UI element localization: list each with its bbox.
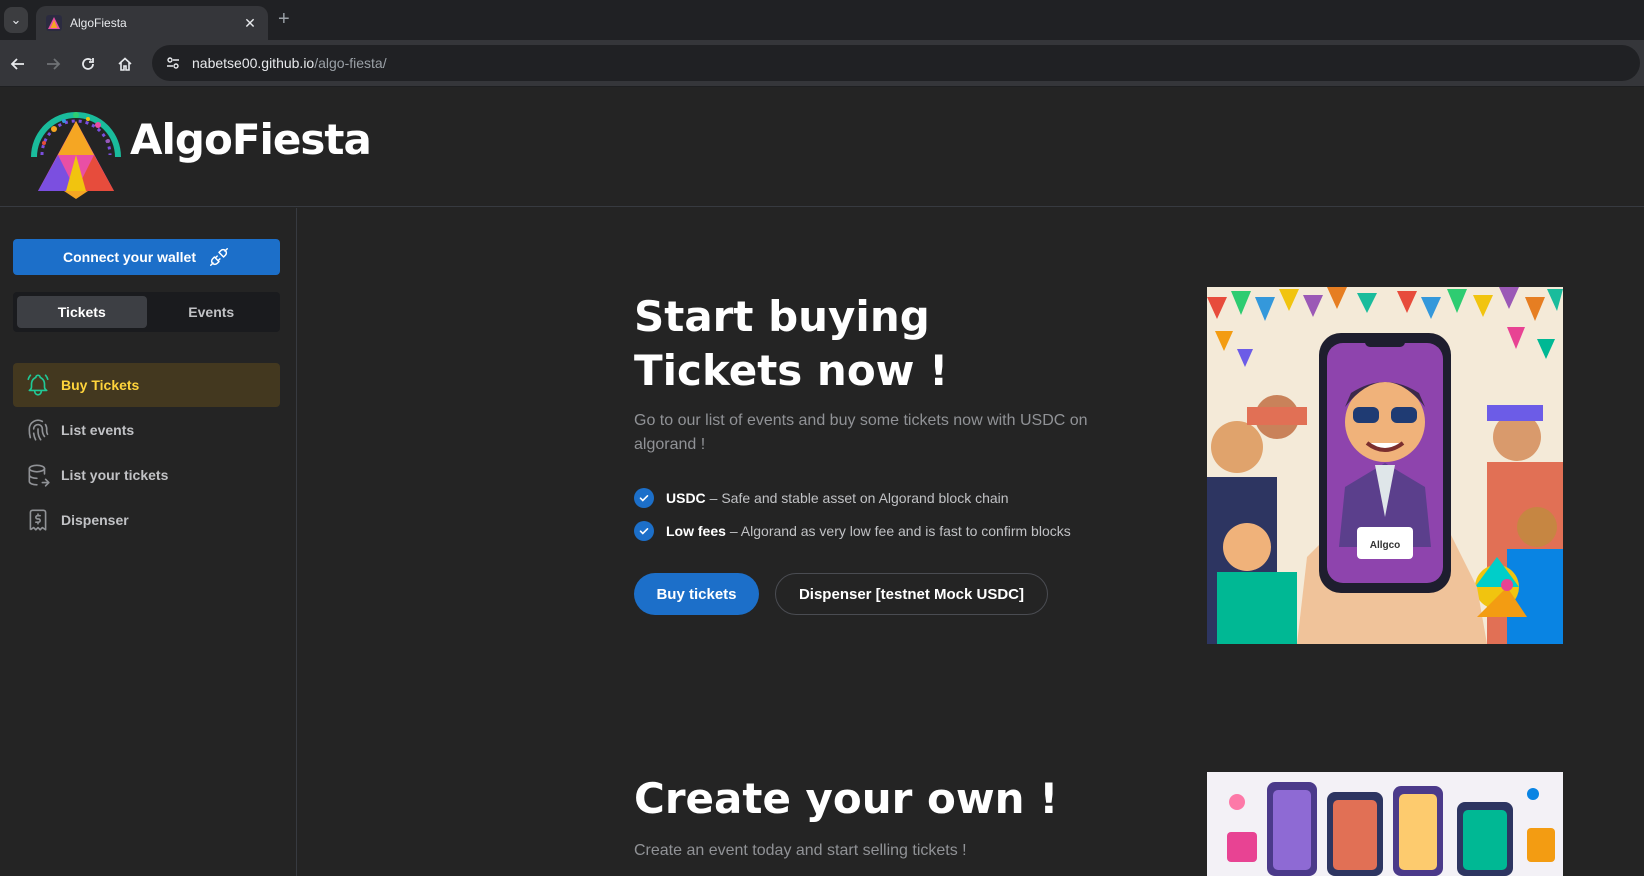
segment-tickets[interactable]: Tickets [17,296,147,328]
brand-name: AlgoFiesta [130,115,372,164]
buy-tickets-button[interactable]: Buy tickets [634,573,759,615]
feature-title: USDC [666,490,706,506]
sidebar-nav: Buy Tickets List events List your ticket… [13,363,280,543]
sidebar-item-label: Dispenser [61,512,129,528]
tab-title: AlgoFiesta [70,16,127,30]
party-phone-illustration-icon: Allgco [1207,287,1563,644]
hero-illustration: Allgco [1207,287,1563,644]
feature-title: Low fees [666,523,726,539]
sidebar-item-label: Buy Tickets [61,377,140,393]
forward-icon[interactable] [40,51,66,77]
new-tab-icon[interactable]: + [278,8,290,31]
app-header: AlgoFiesta [0,87,1644,207]
sidebar-item-list-events[interactable]: List events [13,408,280,452]
home-icon[interactable] [112,51,138,77]
feature-text: – Algorand as very low fee and is fast t… [729,523,1071,539]
feature-list: USDC – Safe and stable asset on Algorand… [634,487,1154,553]
phone-label: Allgco [1370,540,1401,551]
section-create-description: Create an event today and start selling … [634,842,967,859]
list-item: USDC – Safe and stable asset on Algorand… [634,487,1154,509]
browser-tab[interactable]: AlgoFiesta ✕ [36,6,268,40]
check-icon [634,521,654,541]
reload-icon[interactable] [75,51,101,77]
database-export-icon [28,464,50,487]
sidebar-item-list-your-tickets[interactable]: List your tickets [13,453,280,497]
connect-wallet-button[interactable]: Connect your wallet [13,239,280,275]
url-text: nabetse00.github.io/algo-fiesta/ [192,55,387,71]
browser-toolbar: nabetse00.github.io/algo-fiesta/ [0,40,1644,87]
sidebar-item-buy-tickets[interactable]: Buy Tickets [13,363,280,407]
hero-description: Go to our list of events and buy some ti… [634,412,1088,453]
bell-icon [27,374,49,396]
sidebar-item-label: List your tickets [61,467,169,483]
segment-events[interactable]: Events [147,296,277,328]
algofiesta-logo-icon[interactable] [24,95,128,199]
feature-text: – Safe and stable asset on Algorand bloc… [709,490,1009,506]
check-icon [634,488,654,508]
browser-tab-strip: ⌄ AlgoFiesta ✕ + [0,0,1644,40]
plug-connected-icon [210,248,228,266]
chevron-down-icon: ⌄ [10,12,22,27]
tab-search-button[interactable]: ⌄ [4,7,28,33]
dispenser-button[interactable]: Dispenser [testnet Mock USDC] [775,573,1048,615]
fingerprint-icon [28,419,49,441]
sidebar-item-dispenser[interactable]: Dispenser [13,498,280,542]
receipt-dollar-icon [29,509,47,531]
back-icon[interactable] [5,51,31,77]
hero-title: Start buying Tickets now ! [634,292,949,395]
create-event-illustration [1207,772,1563,876]
address-bar[interactable]: nabetse00.github.io/algo-fiesta/ [152,45,1640,81]
algofiesta-favicon-icon [46,15,62,31]
url-host: nabetse00.github.io [192,55,315,71]
close-tab-icon[interactable]: ✕ [240,15,260,32]
sidebar-item-label: List events [61,422,135,438]
list-item: Low fees – Algorand as very low fee and … [634,520,1154,542]
site-info-icon[interactable] [162,52,184,74]
url-path: /algo-fiesta/ [314,55,387,71]
tickets-events-switch: Tickets Events [13,292,280,332]
sidebar: Connect your wallet Tickets Events Buy T… [0,208,297,876]
section-create-title: Create your own ! [634,774,1059,823]
connect-wallet-label: Connect your wallet [62,249,197,265]
devices-illustration-icon [1207,772,1563,876]
